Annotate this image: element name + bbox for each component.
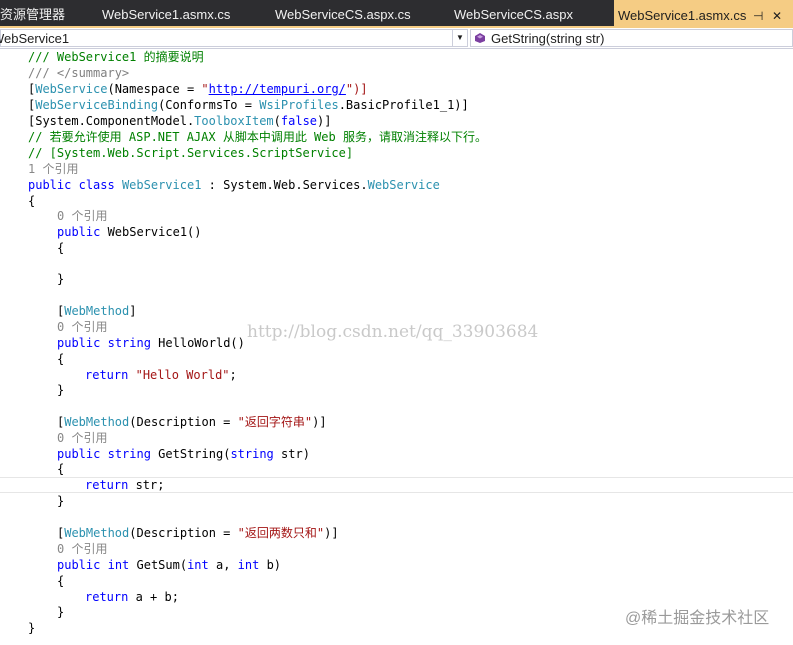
code-line: [WebService(Namespace = "http://tempuri.…	[28, 82, 368, 96]
code-line: public WebService1()	[57, 225, 202, 239]
blog-watermark: http://blog.csdn.net/qq_33903684	[247, 322, 539, 342]
pin-icon[interactable]: ⊣	[753, 0, 763, 26]
tab-webservicecs-aspx-cs[interactable]: WebServiceCS.aspx.cs	[275, 0, 435, 26]
member-dropdown-value: GetString(string str)	[491, 31, 605, 46]
code-line: {	[57, 574, 65, 588]
code-line: [System.ComponentModel.ToolboxItem(false…	[28, 114, 332, 128]
code-line: {	[28, 194, 36, 208]
codelens-reference[interactable]: 0 个引用	[57, 208, 107, 224]
code-line: // 若要允许使用 ASP.NET AJAX 从脚本中调用此 Web 服务，请取…	[28, 130, 487, 144]
tab-label: WebServiceCS.aspx.cs	[275, 7, 411, 22]
document-tab-strip: 资源管理器 WebService1.asmx.cs WebServiceCS.a…	[0, 0, 793, 28]
code-line: {	[57, 241, 65, 255]
class-dropdown[interactable]: WebService1 ▼	[0, 29, 468, 47]
code-line: }	[57, 605, 65, 619]
code-line: {	[57, 352, 65, 366]
namespace-link[interactable]: http://tempuri.org/	[209, 82, 346, 96]
code-line: [WebMethod]	[57, 304, 137, 318]
code-line: }	[28, 621, 36, 635]
tab-label: WebServiceCS.aspx	[454, 7, 573, 22]
tab-webservice1-asmx-cs[interactable]: WebService1.asmx.cs	[102, 0, 252, 26]
codelens-reference[interactable]: 0 个引用	[57, 319, 107, 335]
codelens-reference[interactable]: 0 个引用	[57, 430, 107, 446]
method-icon	[475, 33, 485, 43]
current-line: return str;	[0, 477, 793, 493]
class-dropdown-value: WebService1	[0, 31, 70, 46]
tab-label: WebService1.asmx.cs	[102, 7, 231, 22]
code-line: // [System.Web.Script.Services.ScriptSer…	[28, 146, 354, 160]
code-line: }	[57, 383, 65, 397]
brand-watermark: @稀土掘金技术社区	[625, 610, 770, 627]
member-dropdown[interactable]: GetString(string str)	[470, 29, 793, 47]
tab-solution-explorer[interactable]: 资源管理器	[0, 0, 70, 26]
code-line: [WebServiceBinding(ConformsTo = WsiProfi…	[28, 98, 469, 112]
codelens-reference[interactable]: 1 个引用	[28, 161, 78, 177]
code-editor[interactable]: /// WebService1 的摘要说明 /// </summary> [We…	[0, 49, 793, 645]
tab-webservicecs-aspx[interactable]: WebServiceCS.aspx	[454, 0, 594, 26]
code-line: return a + b;	[85, 590, 179, 604]
code-line: {	[57, 462, 65, 476]
code-line: [WebMethod(Description = "返回字符串")]	[57, 415, 327, 429]
code-line: return "Hello World";	[85, 368, 237, 382]
code-line: public class WebService1 : System.Web.Se…	[28, 178, 440, 192]
tab-label: 资源管理器	[0, 7, 66, 22]
code-line: }	[57, 272, 65, 286]
code-line: /// WebService1 的摘要说明	[28, 50, 204, 64]
close-icon[interactable]: ✕	[772, 0, 782, 26]
code-line: public string HelloWorld()	[57, 336, 245, 350]
tab-webservice1-asmx-cs-active[interactable]: WebService1.asmx.cs ⊣ ✕	[614, 0, 793, 26]
codelens-reference[interactable]: 0 个引用	[57, 541, 107, 557]
code-line: }	[57, 494, 65, 508]
code-line: public string GetString(string str)	[57, 447, 310, 461]
code-line: public int GetSum(int a, int b)	[57, 558, 282, 572]
code-line: [WebMethod(Description = "返回两数只和")]	[57, 526, 339, 540]
navigation-bar: WebService1 ▼ GetString(string str)	[0, 28, 793, 49]
code-line: /// </summary>	[28, 66, 130, 80]
tab-label: WebService1.asmx.cs	[618, 8, 747, 23]
chevron-down-icon: ▼	[452, 30, 467, 46]
